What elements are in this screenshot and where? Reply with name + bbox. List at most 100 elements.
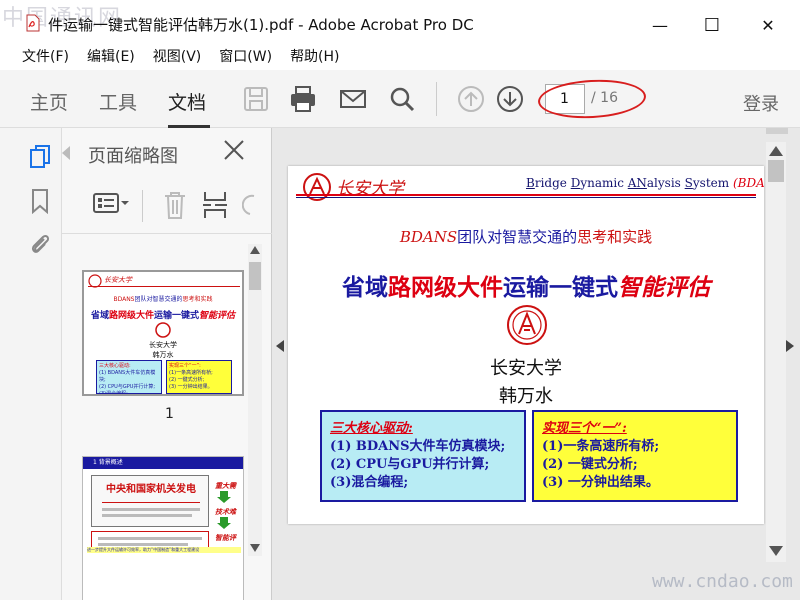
panel-title: 页面缩略图: [88, 146, 178, 167]
window-title: 件运输一键式智能评估韩万水(1).pdf - Adobe Acrobat Pro…: [48, 16, 474, 34]
thumb2-image: 中央和国家机关发电: [91, 475, 209, 527]
scroll-up-arrow-icon[interactable]: [250, 246, 260, 254]
thumb2-title: 中央和国家机关发电: [106, 484, 196, 495]
achievements-box: 实现三个“一”: (1)一条高速所有桥; (2) 一键式分析; (3) 一分钟出…: [532, 410, 738, 502]
subtitle-think: 思考和实践: [577, 228, 653, 246]
menu-bar: 文件(F) 编辑(E) 视图(V) 窗口(W) 帮助(H): [0, 44, 800, 70]
thumb-seal-icon: [155, 322, 171, 338]
header-an: AN: [627, 176, 647, 190]
title-part-2: 路网级大件: [388, 275, 503, 301]
print-icon[interactable]: [288, 84, 318, 114]
subtitle-team: 团队对智慧交通的: [457, 228, 578, 246]
insert-page-icon[interactable]: [202, 190, 228, 220]
header-ridge: ridge: [534, 176, 571, 190]
minimize-button[interactable]: —: [640, 10, 680, 40]
document-top-handle[interactable]: [766, 128, 788, 134]
document-scrollbar[interactable]: [766, 142, 786, 562]
document-scroll-thumb[interactable]: [768, 160, 784, 182]
bookmark-icon[interactable]: [28, 188, 52, 214]
delete-icon[interactable]: [162, 190, 188, 220]
next-page-icon[interactable]: [495, 84, 525, 114]
thumb2-side-2: 技术难: [215, 508, 236, 516]
thumb-box-left-line: (2) CPU与GPU并行计算;: [99, 384, 156, 390]
thumb-box-right-line: (2) 一键式分析;: [169, 377, 205, 383]
thumbnail-scroll-thumb[interactable]: [249, 262, 261, 290]
thumbnail-scrollbar[interactable]: [248, 244, 262, 556]
header-red-rule: [296, 194, 756, 196]
thumbnail-page-2[interactable]: 1 背景概述 中央和国家机关发电 重大需 技术难 智能评 进一步提升大件运输许可…: [82, 456, 244, 600]
watermark-bottom-right: www.cndao.com: [652, 571, 793, 592]
thumb-box-left-line: (3)混合编程;: [99, 391, 128, 394]
menu-file[interactable]: 文件(F): [22, 44, 69, 70]
thumbnail-page-1[interactable]: 长安大学 BDANS团队对智慧交通的思考和实践 省域路网级大件运输一键式智能评估…: [82, 270, 244, 396]
tab-home[interactable]: 主页: [30, 88, 68, 115]
previous-page-icon[interactable]: [456, 84, 486, 114]
page-title: 省域路网级大件运输一键式智能评估: [288, 268, 764, 302]
title-part-3: 运输一键式: [503, 275, 618, 301]
header-blue-rule: [296, 197, 756, 198]
header-system-name: Bridge Dynamic ANalysis System (BDANS): [526, 176, 764, 190]
page-subtitle: BDANS团队对智慧交通的思考和实践: [288, 226, 764, 247]
thumb2-line: [102, 508, 200, 511]
pdf-file-icon: [26, 14, 40, 32]
maximize-button[interactable]: ☐: [692, 10, 732, 40]
university-name: 长安大学: [490, 358, 562, 379]
close-icon[interactable]: [222, 138, 246, 162]
panel-collapse-arrow-icon[interactable]: [62, 146, 70, 160]
scroll-down-arrow-icon[interactable]: [250, 544, 260, 552]
thumb-title-p2: 路网级大件: [108, 311, 154, 321]
header-alysis: alysis: [646, 176, 685, 190]
thumbnail-panel: 页面缩略图 长安大学 BDANS团队对智慧交通的思考和实践 省域路网级大件运输一…: [62, 128, 272, 600]
close-window-button[interactable]: ✕: [748, 10, 788, 40]
header-d: D: [570, 176, 581, 190]
thumb-rule: [88, 286, 240, 287]
core-driver-item: (1) BDANS大件车仿真模块;: [330, 439, 506, 454]
thumb-title-p1: 省域: [90, 311, 109, 321]
thumb-box-left-line: (1) BDANS大件车仿真模块;: [99, 370, 156, 383]
thumb-subtitle-think: 思考和实践: [182, 296, 213, 303]
thumbnail-page-number: 1: [165, 406, 174, 422]
left-collapse-arrow-icon[interactable]: [276, 340, 284, 352]
thumb-title-p4: 智能评估: [199, 311, 236, 321]
thumb-box-left-heading: 三大核心驱动:: [99, 363, 131, 369]
subtitle-bdans: BDANS: [399, 228, 458, 246]
thumb2-line: [98, 537, 202, 540]
email-icon[interactable]: [338, 84, 368, 114]
search-icon[interactable]: [387, 84, 417, 114]
thumb-box-right-line: (1)一条高速所有桥;: [169, 370, 213, 376]
thumb-box-right: 实现三个“一”: (1)一条高速所有桥; (2) 一键式分析; (3) 一分钟出…: [166, 360, 232, 394]
login-button[interactable]: 登录: [743, 90, 779, 116]
navigation-rail: [0, 128, 62, 600]
thumb-box-right-line: (3) 一分钟出结果。: [169, 384, 213, 390]
thumb-box-left: 三大核心驱动: (1) BDANS大件车仿真模块; (2) CPU与GPU并行计…: [96, 360, 162, 394]
menu-edit[interactable]: 编辑(E): [87, 44, 135, 70]
core-driver-item: (3)混合编程;: [330, 475, 409, 490]
menu-view[interactable]: 视图(V): [153, 44, 202, 70]
thumb-subtitle: BDANS团队对智慧交通的思考和实践: [84, 294, 242, 303]
doc-scroll-down-arrow-icon[interactable]: [769, 546, 783, 556]
achievement-item: (1)一条高速所有桥;: [542, 439, 660, 454]
menu-help[interactable]: 帮助(H): [290, 44, 339, 70]
doc-scroll-up-arrow-icon[interactable]: [769, 146, 783, 156]
achievements-heading: 实现三个“一”:: [542, 421, 627, 436]
save-icon[interactable]: [241, 84, 271, 114]
rotate-icon[interactable]: [242, 190, 262, 220]
thumbnails-list[interactable]: 长安大学 BDANS团队对智慧交通的思考和实践 省域路网级大件运输一键式智能评估…: [62, 234, 272, 600]
header-b: B: [526, 176, 535, 190]
core-driver-item: (2) CPU与GPU并行计算;: [330, 457, 490, 472]
thumbnail-options-icon[interactable]: [92, 190, 130, 218]
achievement-item: (2) 一键式分析;: [542, 457, 638, 472]
thumb2-side-1: 重大需: [215, 482, 236, 490]
header-s: S: [684, 176, 693, 190]
attachment-icon[interactable]: [28, 232, 52, 258]
header-abbr: (BDANS): [732, 176, 764, 190]
tab-document[interactable]: 文档: [168, 88, 206, 115]
page-thumbnails-icon[interactable]: [28, 144, 52, 170]
tab-tools[interactable]: 工具: [99, 88, 137, 115]
document-view[interactable]: 长安大学 Bridge Dynamic ANalysis System (BDA…: [272, 128, 800, 600]
menu-window[interactable]: 窗口(W): [219, 44, 272, 70]
header-ynamic: ynamic: [580, 176, 628, 190]
university-emblem-icon: [507, 305, 547, 345]
right-expand-arrow-icon[interactable]: [786, 340, 794, 352]
panel-separator: [142, 190, 143, 222]
